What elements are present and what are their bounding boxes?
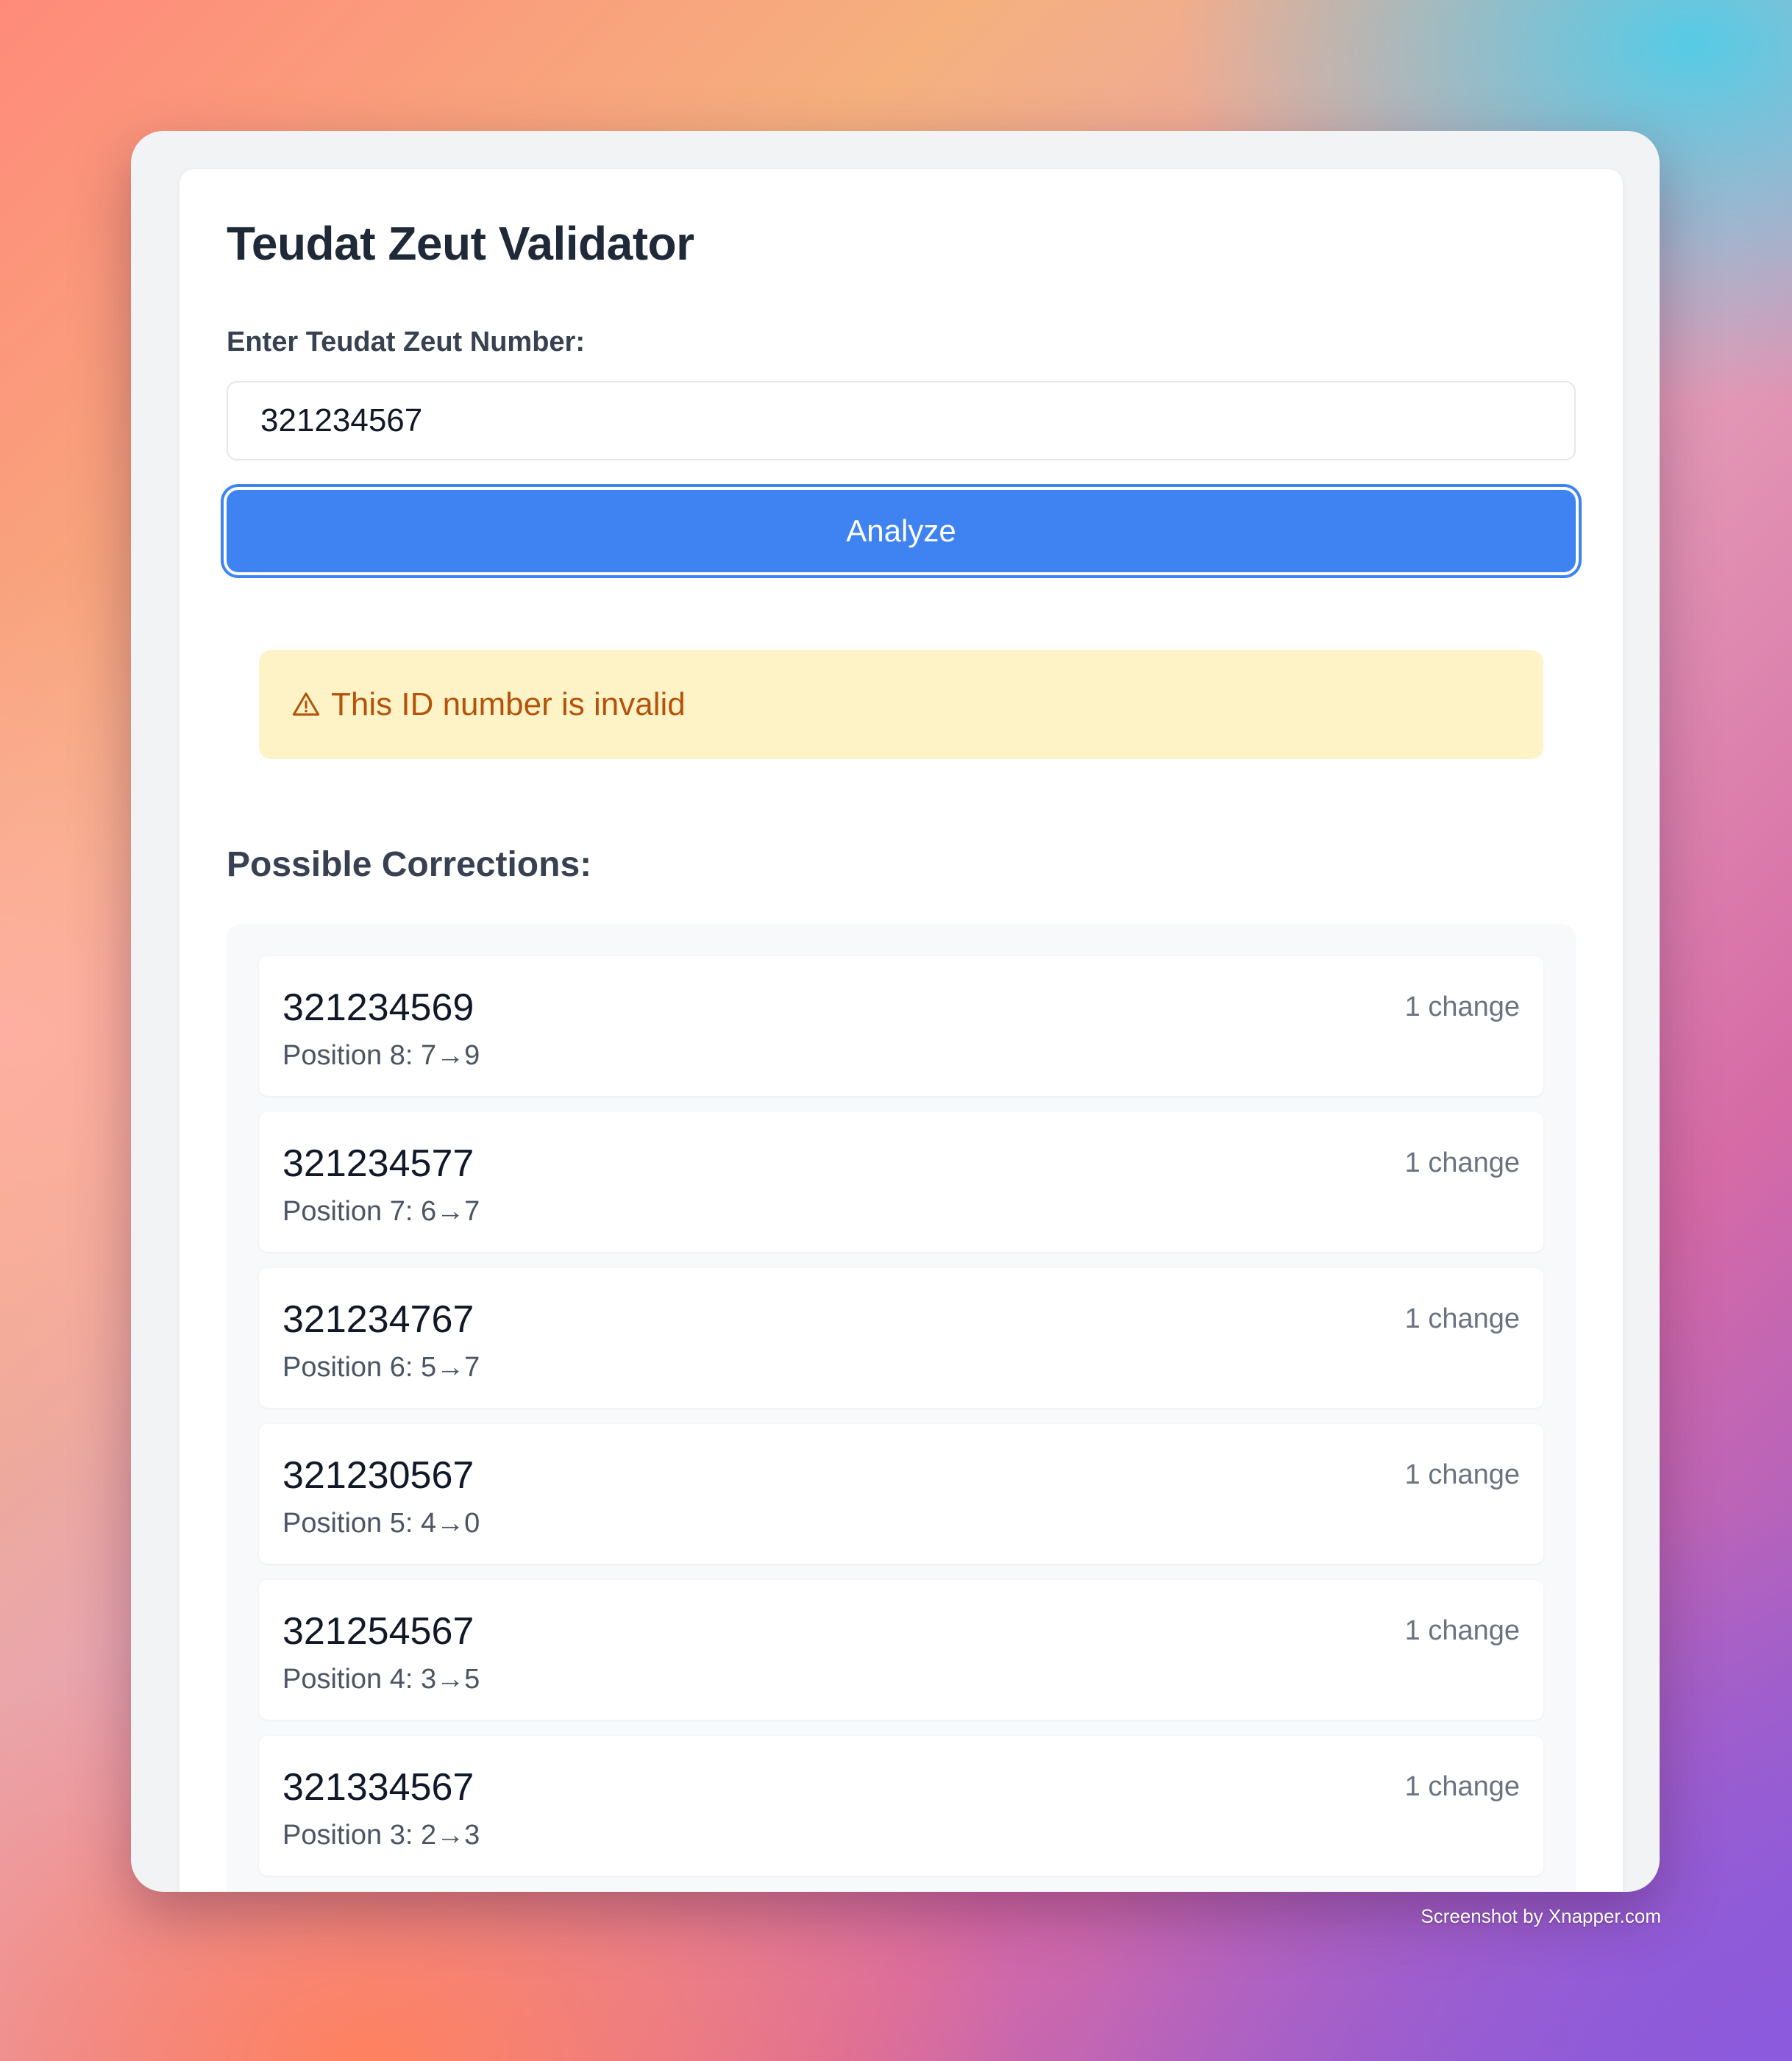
- app-window: Teudat Zeut Validator Enter Teudat Zeut …: [131, 131, 1660, 1892]
- change-count: 1 change: [1404, 1459, 1520, 1490]
- correction-detail: Position 5: 4→0: [282, 1508, 480, 1539]
- correction-detail: Position 8: 7→9: [282, 1040, 480, 1071]
- corrections-title: Possible Corrections:: [227, 845, 592, 884]
- corrections-list: 321234569 Position 8: 7→9 1 change 32123…: [227, 924, 1576, 1892]
- correction-item[interactable]: 321334567 Position 3: 2→3 1 change: [259, 1736, 1543, 1876]
- correction-number: 321254567: [282, 1610, 474, 1653]
- change-count: 1 change: [1404, 1303, 1520, 1334]
- correction-item[interactable]: 321254567 Position 4: 3→5 1 change: [259, 1580, 1543, 1720]
- correction-item[interactable]: 321230567 Position 5: 4→0 1 change: [259, 1424, 1543, 1564]
- invalid-alert: This ID number is invalid: [259, 650, 1543, 759]
- watermark: Screenshot by Xnapper.com: [1421, 1905, 1661, 1927]
- warning-triangle-icon: [291, 690, 321, 719]
- correction-number: 321234569: [282, 986, 474, 1029]
- change-count: 1 change: [1404, 1147, 1520, 1178]
- change-count: 1 change: [1404, 1615, 1520, 1646]
- correction-item[interactable]: 321234569 Position 8: 7→9 1 change: [259, 956, 1543, 1096]
- correction-item[interactable]: 321234767 Position 6: 5→7 1 change: [259, 1268, 1543, 1408]
- correction-detail: Position 6: 5→7: [282, 1352, 480, 1383]
- analyze-button[interactable]: Analyze: [227, 490, 1576, 572]
- correction-number: 321334567: [282, 1766, 474, 1809]
- correction-number: 321234577: [282, 1142, 474, 1185]
- correction-number: 321230567: [282, 1454, 474, 1497]
- correction-number: 321234767: [282, 1298, 474, 1341]
- change-count: 1 change: [1404, 1771, 1520, 1802]
- alert-message: This ID number is invalid: [331, 686, 686, 722]
- correction-item[interactable]: 321234577 Position 7: 6→7 1 change: [259, 1112, 1543, 1252]
- change-count: 1 change: [1404, 992, 1520, 1022]
- id-number-input[interactable]: [227, 381, 1576, 460]
- correction-detail: Position 4: 3→5: [282, 1664, 480, 1695]
- validator-card: Teudat Zeut Validator Enter Teudat Zeut …: [179, 169, 1623, 1892]
- page-title: Teudat Zeut Validator: [227, 217, 694, 270]
- correction-detail: Position 3: 2→3: [282, 1820, 480, 1851]
- correction-detail: Position 7: 6→7: [282, 1196, 480, 1227]
- id-input-label: Enter Teudat Zeut Number:: [227, 327, 585, 357]
